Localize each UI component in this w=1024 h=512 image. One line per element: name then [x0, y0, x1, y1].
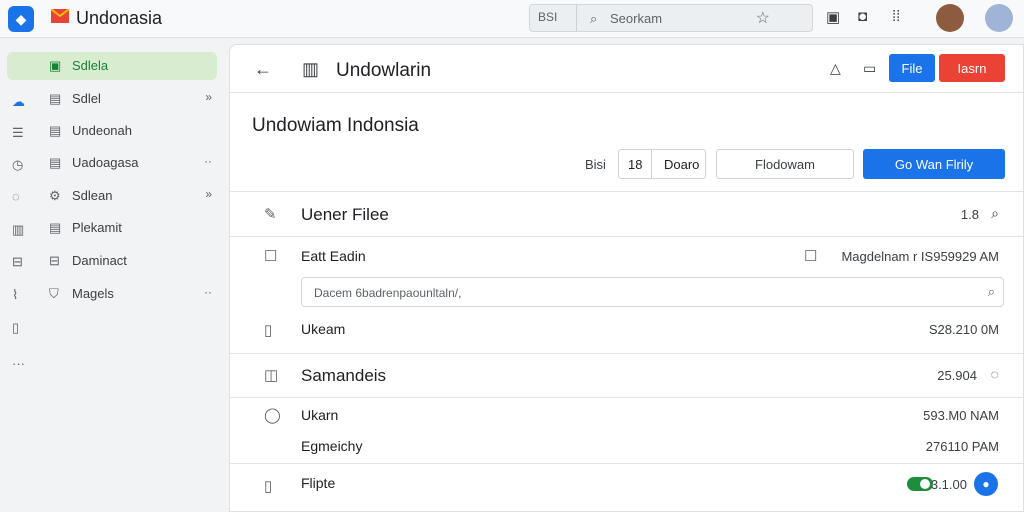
- filter-label: Bisi: [585, 157, 606, 172]
- sidebar-item-label: Sdlel: [72, 91, 101, 106]
- toggle-switch[interactable]: [907, 477, 933, 491]
- divider: [230, 463, 1023, 464]
- floating-action-button[interactable]: ●: [974, 472, 998, 496]
- edit-icon[interactable]: ✎: [264, 205, 277, 223]
- note-placeholder: Dacem 6badrenpaounltaln/,: [314, 286, 462, 300]
- sidebar-item-undeonah[interactable]: ▤ Undeonah: [7, 117, 217, 145]
- list-item-title: Egmeichy: [301, 438, 363, 454]
- action-button[interactable]: Iasrn: [939, 54, 1005, 82]
- divider: [230, 92, 1023, 93]
- search-scope-chip[interactable]: BSI: [538, 10, 557, 24]
- account-avatar[interactable]: [985, 4, 1013, 32]
- sidebar-item-label: Uadoagasa: [72, 155, 139, 170]
- settings-icon: ⚙: [49, 188, 61, 203]
- search-icon: ⌕: [590, 11, 598, 26]
- page-title: Undowlarin: [336, 60, 432, 81]
- columns-icon: ◫: [264, 367, 279, 384]
- search-icon[interactable]: ⌕: [988, 284, 995, 300]
- back-arrow-icon[interactable]: ←: [254, 59, 272, 80]
- sidebar-item-sdlean[interactable]: ⚙ Sdlean »: [7, 182, 217, 210]
- list-item-meta: Magdelnam r IS959929 AM: [841, 249, 999, 264]
- segment-divider: [651, 150, 652, 178]
- list-item-meta: S28.210 0M: [928, 322, 999, 337]
- section-title: Uener Filee: [301, 205, 389, 224]
- expand-icon[interactable]: »: [205, 187, 212, 201]
- main-panel: ← ▥ Undowlarin △ ▭ File Iasrn Undowiam I…: [229, 44, 1024, 512]
- primary-action-button[interactable]: Go Wan Flrily: [863, 149, 1005, 179]
- sidebar-item-label: Undeonah: [72, 123, 132, 138]
- phone-icon: ▯: [264, 478, 273, 495]
- sidebar-item-sdlela[interactable]: ▣ Sdlela: [7, 52, 217, 80]
- folder-icon: ▣: [49, 58, 62, 73]
- toggle-knob: [920, 479, 930, 489]
- star-icon[interactable]: ☆: [756, 8, 770, 28]
- list-item-title: Ukarn: [301, 407, 339, 423]
- shield-icon: ⛉: [49, 286, 59, 301]
- refresh-icon[interactable]: ◌: [991, 366, 999, 382]
- document-icon: ▤: [49, 220, 62, 235]
- segment-count[interactable]: 18: [628, 157, 642, 172]
- rail-frame-icon[interactable]: ▯: [12, 320, 19, 336]
- sidebar-item-label: Sdlean: [72, 188, 113, 203]
- download-button[interactable]: Flodowam: [716, 149, 854, 179]
- document-icon: ▥: [302, 59, 320, 79]
- file-button[interactable]: File: [889, 54, 935, 82]
- search-input[interactable]: Seorkam: [610, 11, 662, 26]
- section-meta: 25.904: [937, 368, 977, 383]
- more-icon[interactable]: ···: [12, 356, 25, 371]
- chat-icon[interactable]: ◘: [858, 8, 867, 25]
- list-item-title: Flipte: [301, 475, 336, 491]
- note-input[interactable]: Dacem 6badrenpaounltaln/, ⌕: [301, 277, 1004, 307]
- section-heading: Undowiam Indonsia: [252, 115, 419, 136]
- inbox-icon: ⊟: [49, 253, 60, 268]
- app-logo-icon[interactable]: ◆: [8, 6, 34, 32]
- phone-icon: ▯: [264, 322, 273, 339]
- segment-option[interactable]: Doaro: [664, 157, 699, 172]
- list-item-title: Ukeam: [301, 321, 346, 337]
- document-icon: ▤: [49, 91, 62, 106]
- bookmark-icon[interactable]: ▣: [826, 8, 840, 26]
- sidebar-item-label: Daminact: [72, 253, 127, 268]
- divider: [230, 397, 1023, 398]
- search-box[interactable]: BSI ⌕ Seorkam ☆: [529, 4, 813, 32]
- list-item-meta: 276110 PAM: [925, 439, 999, 454]
- divider: [230, 191, 1023, 192]
- list-item-title: Eatt Eadin: [301, 248, 366, 264]
- app-title: Undonasia: [76, 8, 163, 28]
- divider: [230, 236, 1023, 237]
- warning-icon[interactable]: △: [830, 60, 841, 77]
- section-meta: 1.8: [960, 207, 979, 222]
- document-icon: ▤: [49, 123, 62, 138]
- apps-grid-icon[interactable]: ⁞⁞: [892, 8, 900, 25]
- section-title: Samandeis: [301, 366, 387, 385]
- sidebar-item-magels[interactable]: ⛉ Magels ··: [7, 280, 217, 308]
- sidebar-item-label: Plekamit: [72, 220, 122, 235]
- mail-logo-icon: [51, 9, 69, 23]
- overflow-icon[interactable]: ··: [204, 154, 212, 168]
- sidebar: ☁ ☰ ◷ ◌ ▥ ⊟ ⌇ ▯ ··· ▣ Sdlela ▤ Sdlel » ▤…: [0, 38, 228, 512]
- checkbox-icon[interactable]: ☐: [264, 247, 277, 265]
- sidebar-item-daminact[interactable]: ⊟ Daminact: [7, 247, 217, 275]
- sidebar-item-plekamit[interactable]: ▤ Plekamit: [7, 214, 217, 242]
- search-divider: [576, 5, 577, 31]
- save-icon[interactable]: ▭: [863, 60, 876, 77]
- list-item-meta: 3.1.00: [930, 477, 967, 492]
- top-bar: ◆ Undonasia BSI ⌕ Seorkam ☆ ▣ ◘ ⁞⁞: [0, 0, 1024, 38]
- sidebar-item-label: Magels: [72, 286, 114, 301]
- chat-icon: ◯: [264, 407, 281, 424]
- sidebar-item-label: Sdlela: [72, 58, 109, 73]
- document-icon: ▤: [49, 155, 62, 170]
- search-icon[interactable]: ⌕: [991, 205, 999, 222]
- avatar[interactable]: [936, 4, 964, 32]
- expand-icon[interactable]: »: [205, 90, 212, 104]
- sidebar-item-uadoagasa[interactable]: ▤ Uadoagasa ··: [7, 149, 217, 177]
- divider: [230, 353, 1023, 354]
- overflow-icon[interactable]: ··: [204, 285, 212, 299]
- segmented-control[interactable]: 18 Doaro: [618, 149, 706, 179]
- sidebar-item-sdlel[interactable]: ▤ Sdlel »: [7, 85, 217, 113]
- checkbox-icon[interactable]: ☐: [804, 247, 817, 265]
- list-item-meta: 593.M0 NAM: [923, 408, 999, 423]
